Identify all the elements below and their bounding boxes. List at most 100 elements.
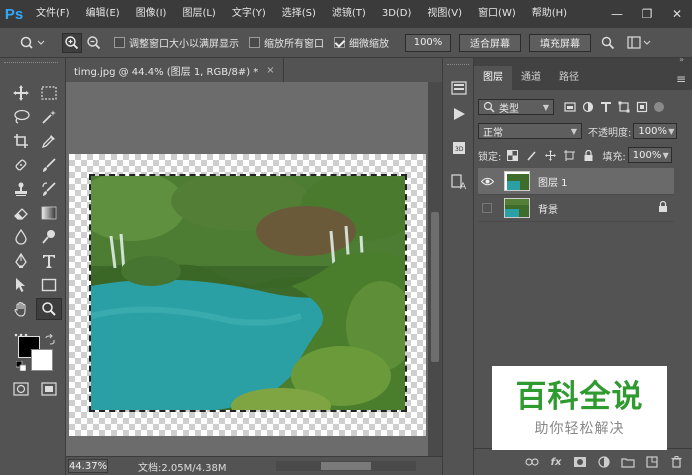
tool-preset-picker[interactable] bbox=[16, 33, 50, 53]
collapse-panels-icon[interactable]: » bbox=[679, 55, 684, 64]
blend-mode-select[interactable]: 正常 ▼ bbox=[478, 123, 582, 139]
document-info: 文档:2.05M/4.38M bbox=[138, 462, 227, 474]
background-color-swatch[interactable] bbox=[31, 349, 53, 371]
delete-layer-button[interactable] bbox=[664, 452, 688, 472]
type-icon bbox=[43, 255, 55, 268]
link-layers-button[interactable] bbox=[520, 452, 544, 472]
visibility-toggle[interactable] bbox=[478, 177, 496, 186]
menu-window[interactable]: 窗口(W) bbox=[470, 0, 524, 28]
layer-row-background[interactable]: 背景 bbox=[478, 195, 674, 222]
path-selection-tool[interactable] bbox=[8, 274, 34, 296]
menu-help[interactable]: 帮助(H) bbox=[524, 0, 575, 28]
menu-select[interactable]: 选择(S) bbox=[274, 0, 324, 28]
crop-tool[interactable] bbox=[8, 130, 34, 152]
fill-field[interactable]: 100% ▼ bbox=[627, 147, 672, 163]
zoom-all-windows-checkbox[interactable] bbox=[249, 37, 260, 48]
new-layer-button[interactable] bbox=[640, 452, 664, 472]
default-colors-button[interactable] bbox=[15, 360, 27, 372]
scrubby-zoom-option[interactable]: 细微缩放 bbox=[334, 35, 389, 50]
new-group-button[interactable] bbox=[616, 452, 640, 472]
panel-menu-icon[interactable]: ≡ bbox=[676, 72, 686, 86]
menu-filter[interactable]: 滤镜(T) bbox=[324, 0, 374, 28]
lock-position-icon[interactable] bbox=[545, 149, 557, 161]
zoom-level-field[interactable]: 44.37% bbox=[68, 459, 108, 473]
adjustment-filter-icon[interactable] bbox=[582, 101, 594, 113]
menu-3d[interactable]: 3D(D) bbox=[374, 0, 420, 28]
search-button[interactable] bbox=[597, 33, 619, 53]
layer-row-layer1[interactable]: 图层 1 bbox=[478, 168, 674, 195]
eraser-tool[interactable] bbox=[8, 202, 34, 224]
lock-all-icon[interactable] bbox=[583, 149, 594, 161]
restore-button[interactable]: ❐ bbox=[632, 0, 662, 28]
hand-tool[interactable] bbox=[8, 298, 34, 320]
resize-windows-option[interactable]: 调整窗口大小以满屏显示 bbox=[114, 35, 239, 50]
adjust-panel-button[interactable]: A bbox=[449, 172, 469, 192]
vertical-scrollbar-thumb[interactable] bbox=[431, 212, 439, 362]
history-brush-tool[interactable] bbox=[36, 178, 62, 200]
visibility-toggle[interactable] bbox=[478, 203, 496, 213]
menu-file[interactable]: 文件(F) bbox=[28, 0, 78, 28]
healing-brush-tool[interactable] bbox=[8, 154, 34, 176]
close-window-button[interactable]: ✕ bbox=[662, 0, 692, 28]
zoom-tool[interactable] bbox=[36, 298, 62, 320]
quick-mask-button[interactable] bbox=[8, 378, 34, 400]
dodge-tool[interactable] bbox=[36, 226, 62, 248]
filter-toggle-icon[interactable] bbox=[654, 102, 664, 112]
lock-pixels-icon[interactable] bbox=[526, 150, 537, 161]
zoom-in-button[interactable] bbox=[62, 32, 82, 53]
menu-layer[interactable]: 图层(L) bbox=[174, 0, 223, 28]
opacity-field[interactable]: 100% ▼ bbox=[633, 123, 678, 139]
horizontal-scrollbar[interactable] bbox=[276, 461, 416, 471]
type-filter-icon[interactable] bbox=[600, 101, 612, 113]
zoom-out-button[interactable] bbox=[84, 33, 104, 53]
magic-wand-tool[interactable] bbox=[36, 106, 62, 128]
move-tool[interactable] bbox=[8, 82, 34, 104]
fit-screen-button[interactable]: 适合屏幕 bbox=[459, 33, 521, 52]
workspace-button[interactable] bbox=[625, 33, 653, 53]
history-panel-button[interactable] bbox=[449, 78, 469, 98]
canvas-transparency[interactable] bbox=[69, 154, 426, 436]
bandage-icon bbox=[15, 159, 27, 171]
gradient-tool[interactable] bbox=[36, 202, 62, 224]
clone-stamp-tool[interactable] bbox=[8, 178, 34, 200]
brush-tool[interactable] bbox=[36, 154, 62, 176]
pen-tool[interactable] bbox=[8, 250, 34, 272]
adjustment-layer-button[interactable] bbox=[592, 452, 616, 472]
rectangle-tool[interactable] bbox=[36, 274, 62, 296]
zoom-all-windows-option[interactable]: 缩放所有窗口 bbox=[249, 35, 324, 50]
add-mask-button[interactable] bbox=[568, 452, 592, 472]
marquee-tool[interactable] bbox=[36, 82, 62, 104]
menu-type[interactable]: 文字(Y) bbox=[224, 0, 274, 28]
horizontal-scrollbar-thumb[interactable] bbox=[321, 462, 371, 470]
zoom-100-button[interactable]: 100% bbox=[405, 33, 451, 52]
shape-filter-icon[interactable] bbox=[618, 101, 630, 113]
swap-colors-button[interactable] bbox=[44, 333, 56, 346]
document-tab[interactable]: timg.jpg @ 44.4% (图层 1, RGB/8#) * × bbox=[66, 58, 284, 82]
lock-artboard-icon[interactable] bbox=[564, 149, 576, 161]
tab-layers[interactable]: 图层 bbox=[474, 66, 512, 90]
scrubby-zoom-checkbox[interactable] bbox=[334, 37, 345, 48]
minimize-button[interactable]: — bbox=[602, 0, 632, 28]
eyedropper-tool[interactable] bbox=[36, 130, 62, 152]
lock-transparent-icon[interactable] bbox=[507, 149, 519, 161]
fill-screen-button[interactable]: 填充屏幕 bbox=[529, 33, 591, 52]
actions-panel-button[interactable] bbox=[449, 104, 469, 124]
pixel-filter-icon[interactable] bbox=[564, 101, 576, 113]
type-tool[interactable] bbox=[36, 250, 62, 272]
tab-paths[interactable]: 路径 bbox=[550, 66, 588, 90]
blur-tool[interactable] bbox=[8, 226, 34, 248]
menu-image[interactable]: 图像(I) bbox=[128, 0, 175, 28]
lasso-tool[interactable] bbox=[8, 106, 34, 128]
canvas-pasteboard[interactable] bbox=[66, 82, 428, 456]
tab-channels[interactable]: 通道 bbox=[512, 66, 550, 90]
menu-view[interactable]: 视图(V) bbox=[419, 0, 470, 28]
screen-mode-button[interactable] bbox=[36, 378, 62, 400]
filter-kind-select[interactable]: 类型 ▼ bbox=[478, 99, 554, 115]
vertical-scrollbar[interactable] bbox=[428, 82, 442, 456]
menu-edit[interactable]: 编辑(E) bbox=[78, 0, 128, 28]
close-tab-icon[interactable]: × bbox=[266, 65, 274, 76]
3d-panel-button[interactable]: 3D bbox=[449, 138, 469, 158]
fx-icon[interactable]: fx bbox=[544, 452, 568, 472]
smart-object-filter-icon[interactable] bbox=[636, 101, 648, 113]
resize-windows-checkbox[interactable] bbox=[114, 37, 125, 48]
